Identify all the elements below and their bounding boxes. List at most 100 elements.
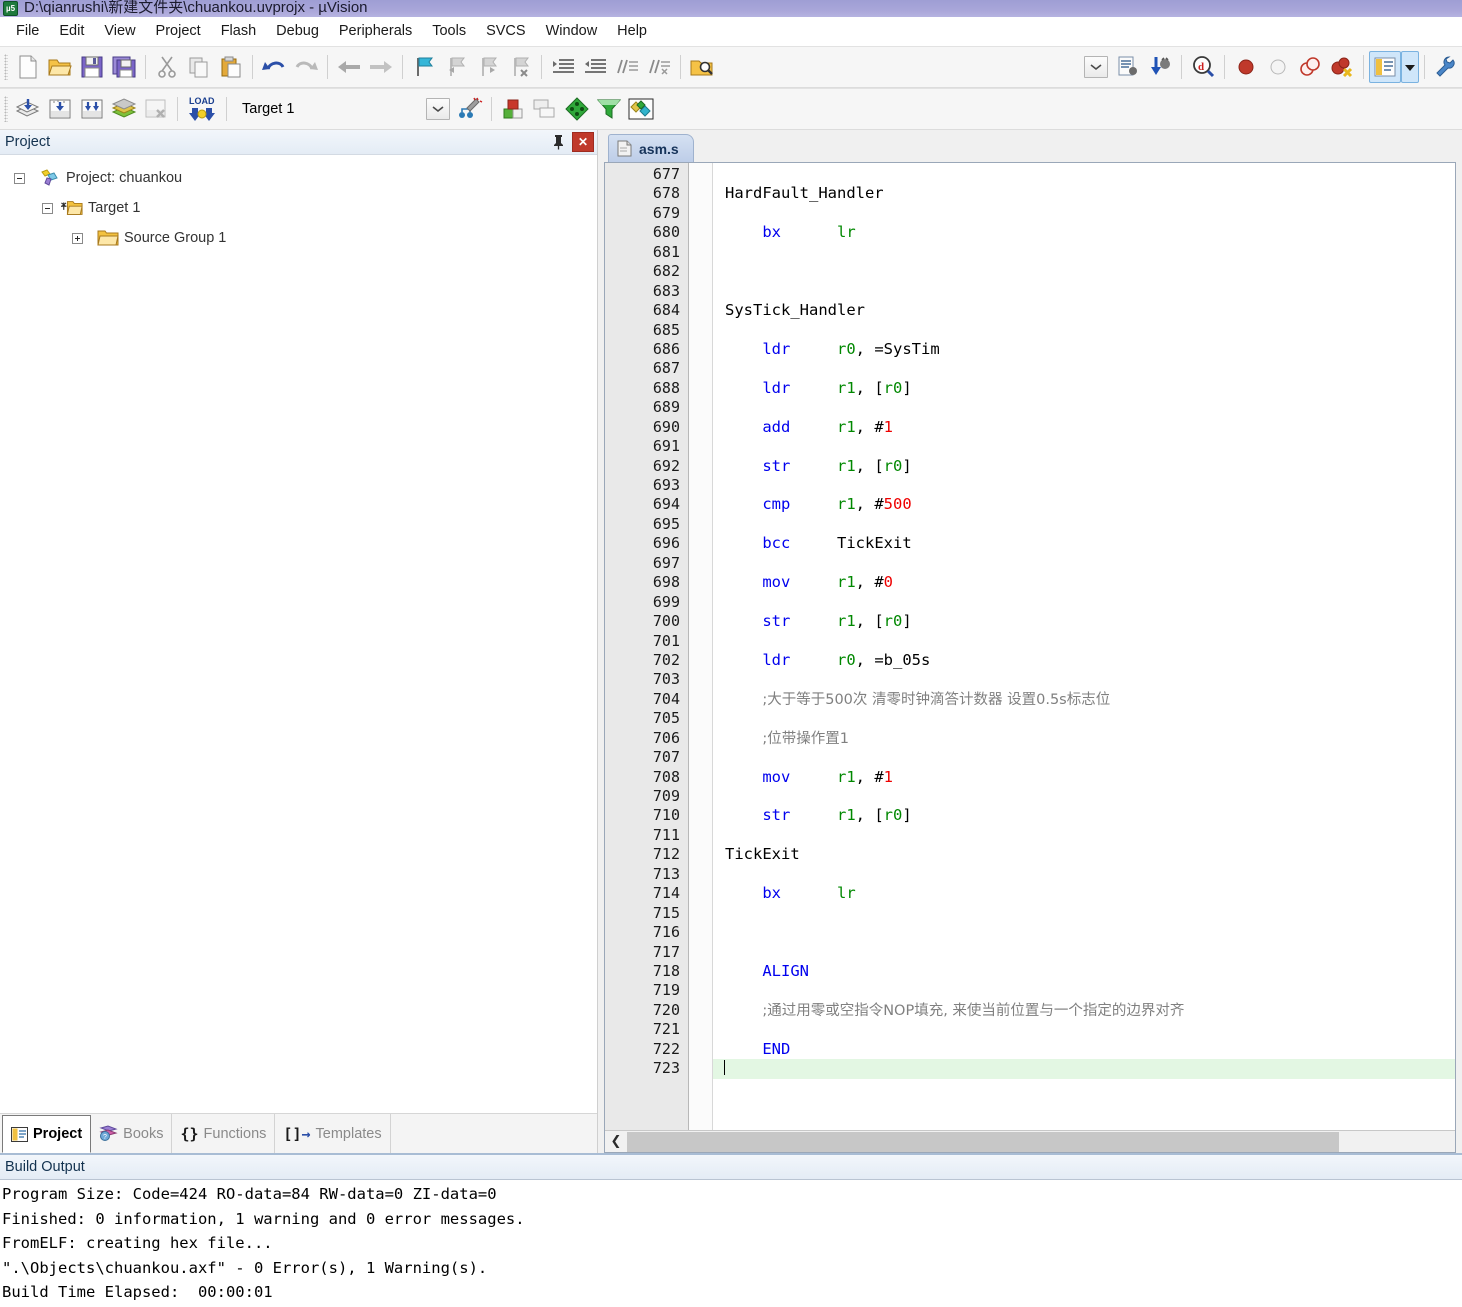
debug-settings-icon[interactable] <box>1112 51 1144 83</box>
code-line[interactable] <box>713 981 1455 1000</box>
code-line[interactable]: cmp r1, #500 <box>713 495 1455 514</box>
code-line[interactable]: str r1, [r0] <box>713 612 1455 631</box>
uncomment-icon[interactable] <box>643 51 675 83</box>
find-in-files-icon[interactable] <box>686 51 718 83</box>
code-line[interactable]: bx lr <box>713 884 1455 903</box>
code-line[interactable] <box>713 515 1455 534</box>
code-line[interactable]: bcc TickExit <box>713 534 1455 553</box>
cut-icon[interactable] <box>151 51 183 83</box>
stop-build-icon[interactable] <box>140 93 172 125</box>
menu-file[interactable]: File <box>6 20 49 42</box>
code-line[interactable] <box>713 943 1455 962</box>
rebuild-all-icon[interactable] <box>76 93 108 125</box>
copy-icon[interactable] <box>183 51 215 83</box>
outdent-icon[interactable] <box>579 51 611 83</box>
code-line[interactable]: ldr r0, =SysTim <box>713 340 1455 359</box>
code-line[interactable] <box>713 554 1455 573</box>
code-line[interactable] <box>713 1020 1455 1039</box>
editor-tab-asm-s[interactable]: asm.s <box>608 134 694 162</box>
build-output-body[interactable]: Program Size: Code=424 RO-data=84 RW-dat… <box>0 1180 1462 1300</box>
code-line[interactable] <box>713 865 1455 884</box>
code-line[interactable]: ;通过用零或空指令NOP填充, 来使当前位置与一个指定的边界对齐 <box>713 1001 1455 1020</box>
start-debug-icon[interactable] <box>1144 51 1176 83</box>
build-target-icon[interactable] <box>44 93 76 125</box>
tab-books[interactable]: ? Books <box>91 1114 173 1153</box>
scroll-left-arrow[interactable]: ❮ <box>605 1132 627 1152</box>
code-line[interactable] <box>713 632 1455 651</box>
pack-installer-icon[interactable] <box>561 93 593 125</box>
undo-icon[interactable] <box>258 51 290 83</box>
save-all-icon[interactable] <box>108 51 140 83</box>
configure-dropdown-icon[interactable] <box>1080 51 1112 83</box>
code-line[interactable] <box>713 204 1455 223</box>
paste-icon[interactable] <box>215 51 247 83</box>
bookmark-toggle-icon[interactable] <box>408 51 440 83</box>
pack-manage-icon[interactable] <box>625 93 657 125</box>
code-line[interactable]: ALIGN <box>713 962 1455 981</box>
scrollbar-track[interactable] <box>627 1131 1455 1152</box>
target-dropdown-icon[interactable] <box>422 93 454 125</box>
code-line[interactable]: str r1, [r0] <box>713 806 1455 825</box>
code-line[interactable] <box>713 593 1455 612</box>
code-line[interactable] <box>713 923 1455 942</box>
code-line[interactable]: str r1, [r0] <box>713 457 1455 476</box>
code-line[interactable]: mov r1, #1 <box>713 768 1455 787</box>
download-icon[interactable]: LOAD <box>183 93 221 125</box>
tree-node-source-group[interactable]: Source Group 1 <box>14 223 597 253</box>
bookmark-prev-icon[interactable] <box>440 51 472 83</box>
code-line[interactable] <box>713 165 1455 184</box>
bookmark-clear-icon[interactable] <box>504 51 536 83</box>
batch-build-icon[interactable] <box>108 93 140 125</box>
navigate-forward-icon[interactable] <box>365 51 397 83</box>
tab-project[interactable]: Project <box>2 1115 92 1153</box>
code-line[interactable] <box>713 904 1455 923</box>
tree-node-project[interactable]: Project: chuankou <box>14 163 597 193</box>
code-line[interactable]: ;大于等于500次 清零时钟滴答计数器 设置0.5s标志位 <box>713 690 1455 709</box>
code-line[interactable]: mov r1, #0 <box>713 573 1455 592</box>
code-line[interactable]: ldr r1, [r0] <box>713 379 1455 398</box>
pack-filter-icon[interactable] <box>593 93 625 125</box>
code-line[interactable] <box>713 709 1455 728</box>
menu-flash[interactable]: Flash <box>211 20 266 42</box>
code-line[interactable] <box>713 321 1455 340</box>
code-line[interactable] <box>713 826 1455 845</box>
menu-peripherals[interactable]: Peripherals <box>329 20 422 42</box>
code-line[interactable] <box>713 243 1455 262</box>
code-line[interactable] <box>713 282 1455 301</box>
expander-plus-icon[interactable] <box>72 232 83 244</box>
code-line[interactable] <box>713 1059 1455 1079</box>
manage-components-icon[interactable] <box>497 93 529 125</box>
save-icon[interactable] <box>76 51 108 83</box>
navigate-back-icon[interactable] <box>333 51 365 83</box>
code-line[interactable]: TickExit <box>713 845 1455 864</box>
new-file-icon[interactable] <box>12 51 44 83</box>
code-line[interactable] <box>713 262 1455 281</box>
code-view[interactable]: 677 678 679 680 681 682 683 684 685 686 687 688 689 6… <box>605 163 1455 1130</box>
tree-node-target[interactable]: Target 1 <box>14 193 597 223</box>
menu-svcs[interactable]: SVCS <box>476 20 536 42</box>
expander-minus-icon[interactable] <box>42 202 53 214</box>
bookmark-next-icon[interactable] <box>472 51 504 83</box>
open-file-icon[interactable] <box>44 51 76 83</box>
code-line[interactable] <box>713 476 1455 495</box>
menu-debug[interactable]: Debug <box>266 20 329 42</box>
indent-icon[interactable] <box>547 51 579 83</box>
comment-icon[interactable] <box>611 51 643 83</box>
menu-help[interactable]: Help <box>607 20 657 42</box>
toolbar-grip[interactable] <box>4 54 8 80</box>
editor-horizontal-scrollbar[interactable]: ❮ <box>605 1130 1455 1152</box>
code-line[interactable]: END <box>713 1040 1455 1059</box>
project-window-icon[interactable] <box>1369 51 1401 83</box>
expander-minus-icon[interactable] <box>14 172 25 184</box>
translate-file-icon[interactable] <box>12 93 44 125</box>
code-line[interactable] <box>713 787 1455 806</box>
manage-wizard-icon[interactable] <box>454 93 486 125</box>
menu-tools[interactable]: Tools <box>422 20 476 42</box>
menu-project[interactable]: Project <box>146 20 211 42</box>
tab-templates[interactable]: [] → Templates <box>275 1114 391 1153</box>
code-line[interactable]: HardFault_Handler <box>713 184 1455 203</box>
menu-edit[interactable]: Edit <box>49 20 94 42</box>
code-lines[interactable]: HardFault_Handler bx lr SysTick_Handler l… <box>713 163 1455 1130</box>
code-line[interactable]: SysTick_Handler <box>713 301 1455 320</box>
code-line[interactable] <box>713 398 1455 417</box>
